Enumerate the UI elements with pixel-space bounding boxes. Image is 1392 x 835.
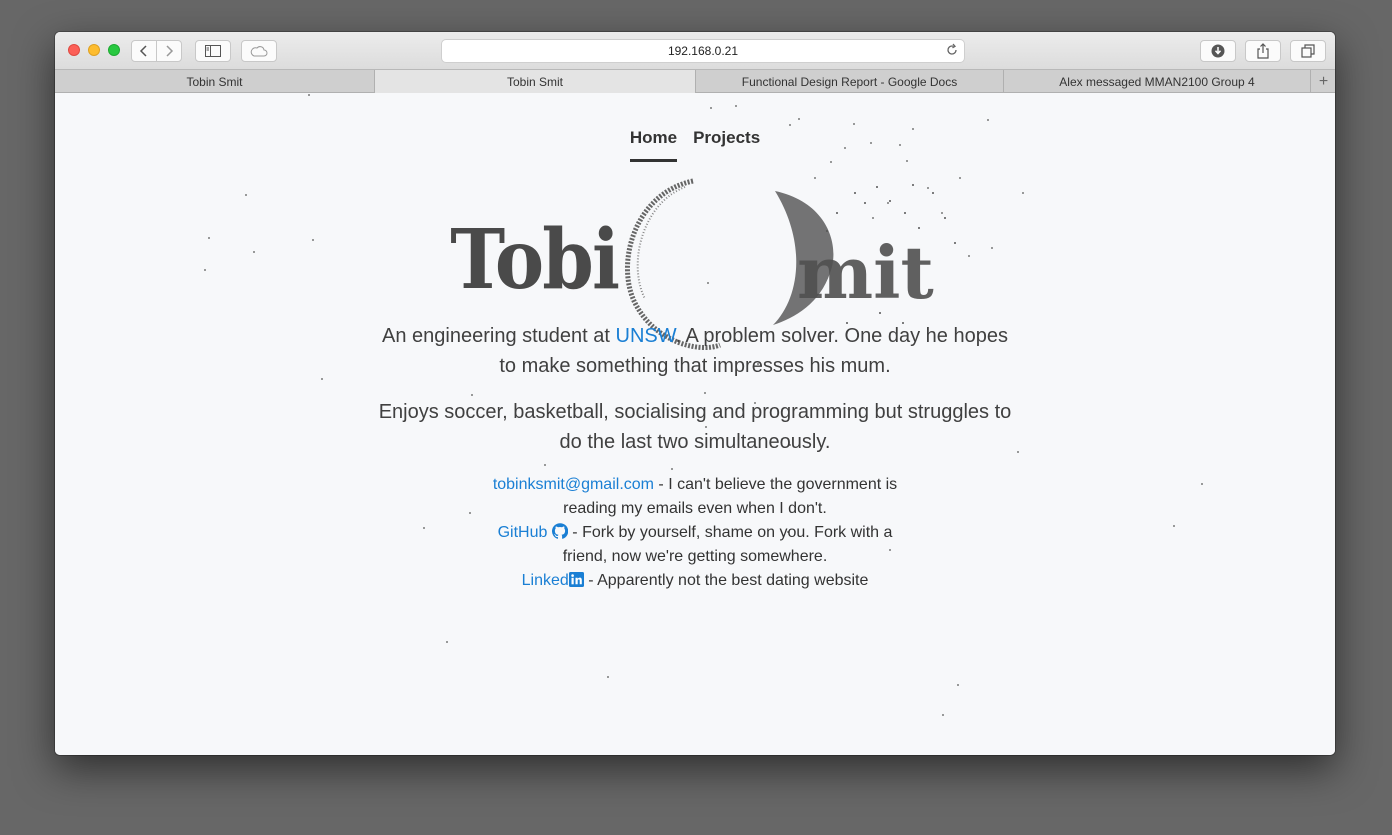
sidebar-toggle-button[interactable] xyxy=(195,40,231,62)
tab-label: Tobin Smit xyxy=(506,74,564,89)
forward-button[interactable] xyxy=(156,40,182,62)
plus-icon: + xyxy=(1318,72,1329,90)
nav-projects[interactable]: Projects xyxy=(693,128,760,162)
reload-icon[interactable] xyxy=(945,43,959,57)
tab-bar: Tobin Smit Tobin Smit Functional Design … xyxy=(55,69,1335,93)
unsw-link[interactable]: UNSW xyxy=(616,325,676,347)
tab-label: Alex messaged MMAN2100 Group 4 xyxy=(1059,74,1255,89)
browser-toolbar: 192.168.0.21 xyxy=(55,32,1335,69)
intro-text: An engineering student at UNSW. A proble… xyxy=(375,321,1015,473)
email-line: tobinksmit@gmail.com - I can't believe t… xyxy=(485,473,905,521)
github-description: - Fork by yourself, shame on you. Fork w… xyxy=(562,524,893,565)
cloud-icon xyxy=(250,46,268,57)
address-text: 192.168.0.21 xyxy=(667,44,739,58)
icloud-tabs-button[interactable] xyxy=(241,40,277,62)
chevron-right-icon xyxy=(166,45,174,57)
logo-swirl-inner xyxy=(636,186,686,300)
linkedin-link[interactable]: Linked xyxy=(522,572,584,589)
tab-3[interactable]: Functional Design Report - Google Docs xyxy=(696,70,1004,93)
tab-4[interactable]: Alex messaged MMAN2100 Group 4 xyxy=(1004,70,1311,93)
intro-p1-before: An engineering student at xyxy=(382,325,616,347)
github-icon xyxy=(551,523,568,539)
main-nav: Home Projects xyxy=(55,128,1335,162)
close-window-button[interactable] xyxy=(68,44,80,56)
tab-2-active[interactable]: Tobin Smit xyxy=(375,70,696,93)
tabs-overview-icon xyxy=(1301,44,1315,58)
github-line: GitHub - Fork by yourself, shame on you.… xyxy=(485,521,905,569)
share-icon xyxy=(1257,43,1269,59)
chevron-left-icon xyxy=(139,45,147,57)
show-all-tabs-button[interactable] xyxy=(1290,40,1326,62)
download-icon xyxy=(1211,44,1225,58)
github-link[interactable]: GitHub xyxy=(497,523,568,541)
new-tab-button[interactable]: + xyxy=(1312,70,1335,93)
maximize-window-button[interactable] xyxy=(108,44,120,56)
email-link[interactable]: tobinksmit@gmail.com xyxy=(493,476,654,493)
sidebar-icon xyxy=(205,45,221,57)
nav-home[interactable]: Home xyxy=(629,128,678,162)
tab-label: Tobin Smit xyxy=(186,74,243,89)
github-link-label: GitHub xyxy=(497,524,548,541)
linkedin-link-label: Linked xyxy=(521,572,569,589)
contact-section: tobinksmit@gmail.com - I can't believe t… xyxy=(485,473,905,593)
linkedin-description: - Apparently not the best dating website xyxy=(583,572,869,589)
logo-text-right: mit xyxy=(797,230,934,315)
logo-text-left: Tobi xyxy=(450,212,618,308)
minimize-window-button[interactable] xyxy=(88,44,100,56)
page-content: Home Projects Tobi mit An engineering st… xyxy=(55,93,1335,755)
address-bar[interactable]: 192.168.0.21 xyxy=(441,39,965,63)
tab-1[interactable]: Tobin Smit xyxy=(55,70,375,93)
linkedin-icon xyxy=(568,572,584,587)
back-button[interactable] xyxy=(131,40,157,62)
share-button[interactable] xyxy=(1245,40,1281,62)
tab-label: Functional Design Report - Google Docs xyxy=(741,74,958,89)
linkedin-line: Linked - Apparently not the best dating … xyxy=(485,569,905,593)
browser-window: 192.168.0.21 Tobin Smit Tobin Smit Funct… xyxy=(55,32,1335,755)
downloads-button[interactable] xyxy=(1200,40,1236,62)
intro-paragraph-2: Enjoys soccer, basketball, socialising a… xyxy=(378,401,1012,453)
intro-paragraph-1: An engineering student at UNSW. A proble… xyxy=(375,321,1015,381)
